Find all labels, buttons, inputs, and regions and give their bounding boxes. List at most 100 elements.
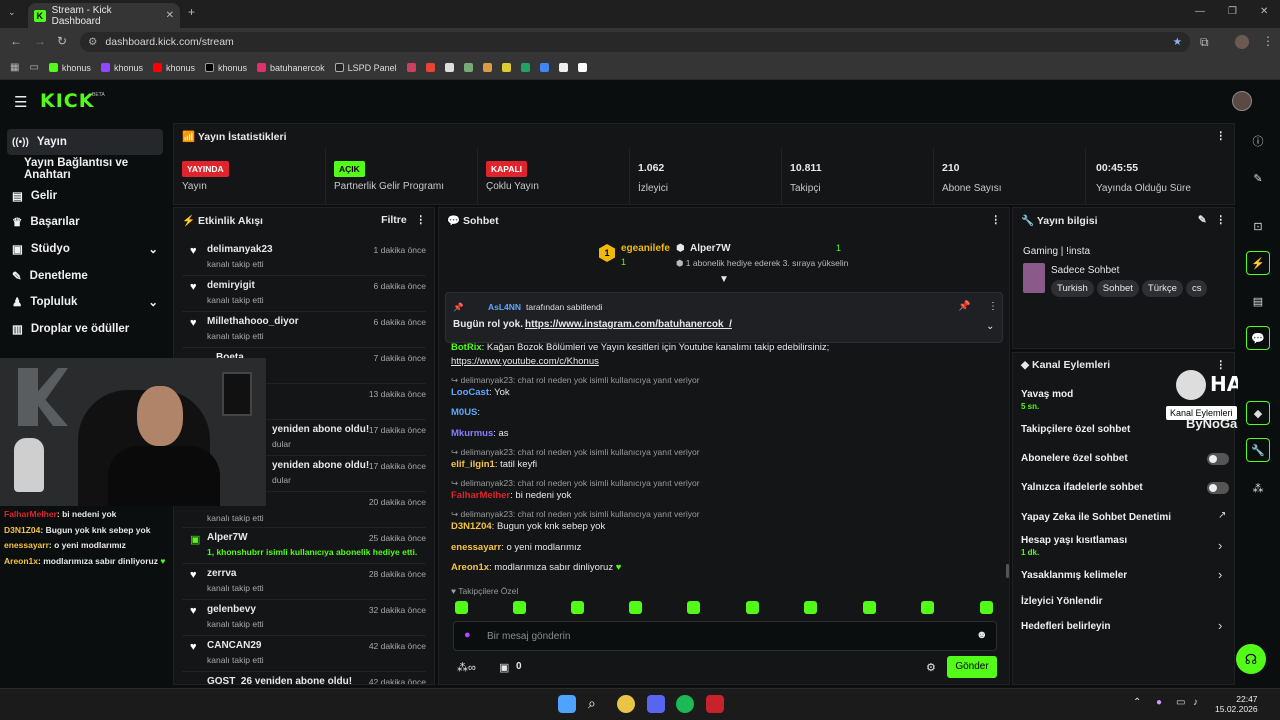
apps-icon[interactable]: ▦ <box>10 62 19 73</box>
microphone-icon[interactable]: ● <box>464 629 471 641</box>
restore-icon[interactable]: ❐ <box>1228 6 1237 17</box>
sidebar-item-yayin[interactable]: ((•)) Yayın <box>7 129 163 155</box>
support-headset-icon[interactable]: ☊ <box>1236 644 1266 674</box>
sidebar-item-gelir[interactable]: ▤ Gelir <box>0 183 57 209</box>
followers-only-setting[interactable]: Takipçilere özel sohbet <box>1021 424 1130 435</box>
external-link-icon[interactable]: ↗ <box>1218 510 1226 521</box>
gmail-icon[interactable] <box>425 63 435 72</box>
bookmark-x[interactable]: khonus <box>205 63 247 73</box>
browser-tab[interactable]: K Stream - Kick Dashboard ✕ <box>28 3 180 28</box>
sidebar-item-topluluk[interactable]: ♟ Topluluk ⌄ <box>0 289 170 315</box>
edit-icon[interactable]: ✎ <box>1198 214 1207 226</box>
shield-icon[interactable]: ◆ <box>1246 401 1270 425</box>
more-icon[interactable]: ⋮ <box>416 214 427 226</box>
bookmark-lspd[interactable]: LSPD Panel <box>334 63 397 73</box>
chat-input[interactable]: ● Bir mesaj gönderin ☻ <box>453 621 997 651</box>
emote-icon[interactable] <box>980 601 993 614</box>
emotes-only-setting[interactable]: Yalnızca ifadelerle sohbet <box>1021 482 1143 493</box>
ai-moderation-setting[interactable]: Yapay Zeka ile Sohbet Denetimi <box>1021 512 1171 523</box>
close-window-icon[interactable]: ✕ <box>1260 6 1268 17</box>
hamburger-icon[interactable]: ☰ <box>14 93 27 111</box>
bookmark-icon[interactable] <box>558 63 568 72</box>
channel-points-icon[interactable]: ⁂∞ <box>457 661 476 674</box>
bookmark-twitch[interactable]: khonus <box>100 63 143 73</box>
chat-bubble-icon[interactable]: 💬 <box>1246 326 1270 350</box>
network-icon[interactable]: ▭ <box>1176 697 1185 708</box>
reload-icon[interactable]: ↻ <box>57 34 67 48</box>
top-gifter-name[interactable]: egeanilefe <box>621 243 670 254</box>
emote-icon[interactable] <box>863 601 876 614</box>
sheet-icon[interactable] <box>463 63 473 72</box>
discord-icon[interactable] <box>647 695 665 713</box>
category-name[interactable]: Sadece Sohbet <box>1051 265 1119 276</box>
unpin-icon[interactable]: 📌 <box>958 301 970 312</box>
chevron-right-icon[interactable]: › <box>1218 538 1222 553</box>
kick-logo[interactable]: KICK <box>40 90 94 112</box>
volume-icon[interactable]: ♪ <box>1193 697 1198 708</box>
sidebar-item-denetleme[interactable]: ✎ Denetleme <box>0 263 88 289</box>
settings-icon[interactable]: ⚙ <box>926 661 936 674</box>
edit-icon[interactable]: ✎ <box>1246 166 1270 190</box>
chevron-right-icon[interactable]: › <box>1218 618 1222 633</box>
more-icon[interactable]: ⋮ <box>1216 214 1227 226</box>
chevron-right-icon[interactable]: › <box>1218 567 1222 582</box>
bookmark-star-icon[interactable]: ★ <box>1173 36 1182 48</box>
chevron-down-icon[interactable]: ⌄ <box>986 321 994 332</box>
wrench-icon[interactable]: 🔧 <box>1246 438 1270 462</box>
gmail-icon[interactable] <box>406 63 416 72</box>
tab-close-icon[interactable]: ✕ <box>166 10 174 21</box>
menu-dots-icon[interactable]: ⋮ <box>1262 34 1274 48</box>
pinned-by-user[interactable]: AsL4NN <box>488 302 521 312</box>
emote-icon[interactable] <box>687 601 700 614</box>
emote-icon[interactable] <box>921 601 934 614</box>
more-icon[interactable]: ⋮ <box>1216 130 1227 142</box>
chrome-icon[interactable] <box>617 695 635 713</box>
forward-icon[interactable]: → <box>34 34 46 48</box>
emoji-icon[interactable]: ☻ <box>976 629 988 641</box>
sidebar-item-studyo[interactable]: ▣ Stüdyo ⌄ <box>0 236 170 262</box>
expand-icon[interactable]: ▼ <box>719 274 729 285</box>
emote-icon[interactable] <box>804 601 817 614</box>
extensions-icon[interactable]: ⧉ <box>1200 35 1209 50</box>
more-icon[interactable]: ⋮ <box>991 214 1002 226</box>
more-icon[interactable]: ⋮ <box>988 301 998 312</box>
spotify-icon[interactable] <box>676 695 694 713</box>
omnibox[interactable]: ⚙ dashboard.kick.com/stream ★ <box>80 32 1190 52</box>
clock[interactable]: 22:47 15.02.2026 <box>1215 694 1258 714</box>
emote-icon[interactable] <box>513 601 526 614</box>
user-avatar[interactable] <box>1232 91 1252 111</box>
info-icon[interactable]: ⓘ <box>1246 129 1270 153</box>
sidebar-item-stream-key[interactable]: Yayın Bağlantısı ve Anahtarı <box>12 156 172 182</box>
document-icon[interactable]: ▤ <box>1246 289 1270 313</box>
subscribers-only-toggle[interactable] <box>1207 453 1229 465</box>
search-icon[interactable]: ⌕ <box>588 695 606 713</box>
sidebar-item-basarilar[interactable]: ♛ Başarılar <box>0 209 80 235</box>
back-icon[interactable]: ← <box>10 34 22 48</box>
bookmark-instagram[interactable]: batuhanercok <box>257 63 325 73</box>
emote-icon[interactable] <box>746 601 759 614</box>
docs-icon[interactable] <box>539 63 549 72</box>
banned-words-setting[interactable]: Yasaklanmış kelimeler <box>1021 570 1127 581</box>
top-gifter-name[interactable]: Alper7W <box>690 243 731 254</box>
profile-avatar[interactable] <box>1235 35 1249 49</box>
raid-setting[interactable]: İzleyici Yönlendir <box>1021 596 1103 607</box>
filter-button[interactable]: Filtre <box>381 214 407 226</box>
pinned-link[interactable]: https://www.instagram.com/batuhanercok_/ <box>525 319 732 330</box>
bookmark-icon[interactable] <box>482 63 492 72</box>
bookmark-icon[interactable] <box>501 63 511 72</box>
emote-icon[interactable] <box>455 601 468 614</box>
bookmark-kick[interactable]: khonus <box>48 63 91 73</box>
app-icon[interactable] <box>706 695 724 713</box>
start-icon[interactable] <box>558 695 576 713</box>
send-button[interactable]: Gönder <box>947 656 997 678</box>
emotes-only-toggle[interactable] <box>1207 482 1229 494</box>
lightning-icon[interactable]: ⚡ <box>1246 251 1270 275</box>
sheets-icon[interactable] <box>520 63 530 72</box>
sidebar-item-droplar[interactable]: ▥ Droplar ve ödüller <box>0 316 129 342</box>
store-icon[interactable]: ▣ <box>499 661 509 674</box>
slow-mode-label[interactable]: Yavaş mod <box>1021 389 1073 400</box>
bookmark-youtube[interactable]: khonus <box>152 63 195 73</box>
emote-icon[interactable] <box>629 601 642 614</box>
account-age-setting[interactable]: Hesap yaşı kısıtlaması <box>1021 535 1127 546</box>
minimize-icon[interactable]: — <box>1195 6 1205 17</box>
